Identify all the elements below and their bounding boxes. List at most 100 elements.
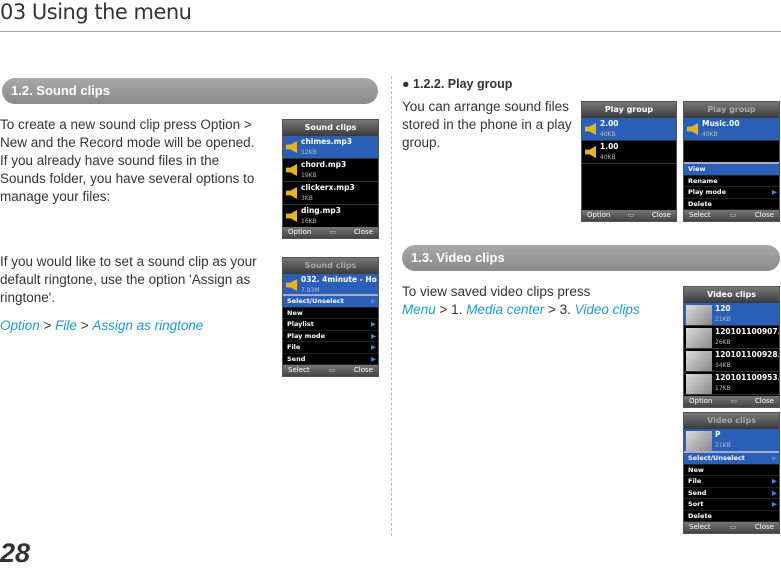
phone-list-item: chord.mp3 19KB — [283, 159, 378, 182]
item-name: chord.mp3 — [301, 160, 347, 169]
ringtone-paragraph: If you would like to set a sound clip as… — [0, 254, 257, 305]
phone-list-item: clickerx.mp3 3KB — [283, 182, 378, 205]
submenu-arrow-icon: ▶ — [371, 320, 376, 328]
submenu-arrow-icon: ▶ — [371, 331, 376, 340]
submenu-arrow-icon: ▶ — [772, 488, 777, 497]
phone-list-item: 120 21KB — [684, 303, 779, 326]
phone-menu-item: Send ▶ — [684, 488, 779, 499]
phone-menu-item: Playlist ▶ — [283, 319, 378, 331]
item-name: 120101100928.3 — [715, 350, 780, 359]
phone-softkeys: Select ▭ Close — [283, 365, 378, 376]
path-sep: > 1. — [435, 302, 467, 317]
item-size: 34KB — [715, 362, 731, 369]
item-size: 21KB — [715, 442, 731, 449]
menu-item-label: View — [688, 165, 706, 173]
phone-menu-item: New — [684, 465, 779, 476]
menu-item-label: File — [287, 343, 301, 351]
phone-options-menu: View Rename Play mode ▶ Delete — [684, 162, 779, 210]
right-softkey: Close — [651, 211, 671, 219]
phone-menu-item: File ▶ — [684, 476, 779, 488]
phone-softkeys: Select ▭ Close — [684, 210, 779, 221]
phone-softkeys: Option ▭ Close — [582, 210, 676, 221]
phone-screen-title: Video clips — [684, 413, 779, 429]
phone-list-item: 2.00 40KB — [582, 118, 676, 141]
ringtone-menu-path: Option > File > Assign as ringtone — [0, 317, 203, 335]
bullet: ● — [402, 77, 414, 91]
phone-list-item: 1.00 40KB — [582, 141, 676, 164]
item-name: 032. 4minute - Ho — [301, 275, 377, 284]
item-name: 120101100953.3 — [715, 373, 780, 382]
ok-key-icon: ▭ — [328, 366, 336, 374]
phone-softkeys: Select ▭ Close — [684, 522, 779, 533]
menu-item-label: Send — [688, 488, 707, 497]
phone-screen-title: Play group — [582, 102, 676, 118]
ok-key-icon: ▭ — [729, 523, 737, 531]
left-softkey: Select — [689, 523, 711, 531]
phone-softkeys: Option ▭ Close — [283, 227, 378, 238]
phone-screenshot: Sound clips chimes.mp3 12KB chord.mp3 19KB cl… — [282, 119, 379, 239]
item-name: 2.00 — [600, 119, 619, 128]
ok-key-icon: ▭ — [329, 228, 336, 236]
item-name: P — [715, 430, 721, 439]
phone-menu-item: Select/Unselect ▶ — [283, 296, 378, 308]
submenu-arrow-icon: ▶ — [772, 500, 777, 508]
phone-list-item: 120101100907.3 26KB — [684, 326, 779, 349]
phone-screen-title: Sound clips — [283, 258, 378, 274]
phone-options-menu: Select/Unselect ▶ New Playlist ▶ Play mode ▶ Fi… — [283, 294, 378, 365]
section-title-video-clips: 1.3. Video clips — [402, 245, 780, 271]
speaker-icon — [585, 123, 596, 135]
video-text: To view saved video clips press — [402, 284, 591, 299]
item-name: Music.00 — [702, 119, 740, 128]
submenu-arrow-icon: ▶ — [371, 354, 376, 363]
item-name: 120101100907.3 — [715, 327, 780, 336]
item-size: 16KB — [301, 218, 317, 225]
phone-screenshot: Sound clips 032. 4minute - Ho 7.93M Select/… — [282, 257, 379, 377]
phone-screenshot: Play group 2.00 40KB 1.00 40KB Option ▭ Close — [581, 101, 677, 222]
left-softkey: Option — [288, 228, 312, 236]
menu-item-label: New — [287, 308, 303, 317]
path-file: File — [55, 318, 77, 333]
item-name: 120 — [715, 304, 731, 313]
right-softkey: Close — [353, 228, 373, 236]
ok-key-icon: ▭ — [729, 211, 737, 219]
phone-list-item: chimes.mp3 12KB — [283, 136, 378, 159]
speaker-icon — [286, 164, 297, 176]
phone-options-menu: Select/Unselect ▶ New File ▶ Send ▶ Sort ▶ Delete — [684, 451, 779, 522]
menu-item-label: Send — [287, 354, 306, 363]
phone-menu-item: Delete — [684, 199, 779, 210]
speaker-icon — [286, 141, 297, 153]
column-divider — [391, 76, 392, 536]
speaker-icon — [286, 187, 297, 199]
item-name: clickerx.mp3 — [301, 183, 355, 192]
submenu-arrow-icon: ▶ — [371, 343, 376, 351]
phone-softkeys: Option ▭ Close — [684, 396, 779, 407]
play-group-title: 1.2.2. Play group — [413, 77, 513, 91]
phone-menu-item: Sort ▶ — [684, 499, 779, 511]
path-menu: Menu — [402, 302, 436, 317]
phone-list-item: ding.mp3 16KB — [283, 205, 378, 228]
menu-item-label: File — [688, 477, 702, 485]
phone-menu-item: View — [684, 164, 779, 176]
ok-key-icon: ▭ — [627, 211, 635, 219]
video-thumbnail-icon — [686, 305, 712, 325]
page-number: 28 — [0, 538, 31, 568]
menu-item-label: New — [688, 465, 704, 474]
speaker-icon — [585, 146, 596, 158]
path-sep: > 3. — [544, 302, 575, 317]
speaker-icon — [687, 123, 698, 135]
item-name: 1.00 — [600, 142, 619, 151]
path-option: Option — [0, 318, 40, 333]
menu-item-label: Playlist — [287, 320, 314, 328]
phone-screenshot: Video clips P 21KB Select/Unselect ▶ New File ▶… — [683, 412, 780, 534]
left-softkey: Select — [288, 366, 310, 374]
video-thumbnail-icon — [686, 328, 712, 348]
left-softkey: Option — [689, 397, 713, 405]
phone-menu-item: Play mode ▶ — [684, 187, 779, 199]
item-size: 21KB — [715, 316, 731, 323]
phone-menu-item: Play mode ▶ — [283, 331, 378, 342]
phone-menu-item: Select/Unselect ▶ — [684, 453, 779, 465]
section-title-sound-clips: 1.2. Sound clips — [2, 78, 378, 104]
submenu-arrow-icon: ▶ — [371, 297, 376, 305]
item-size: 26KB — [715, 339, 731, 346]
item-name: ding.mp3 — [301, 206, 341, 215]
